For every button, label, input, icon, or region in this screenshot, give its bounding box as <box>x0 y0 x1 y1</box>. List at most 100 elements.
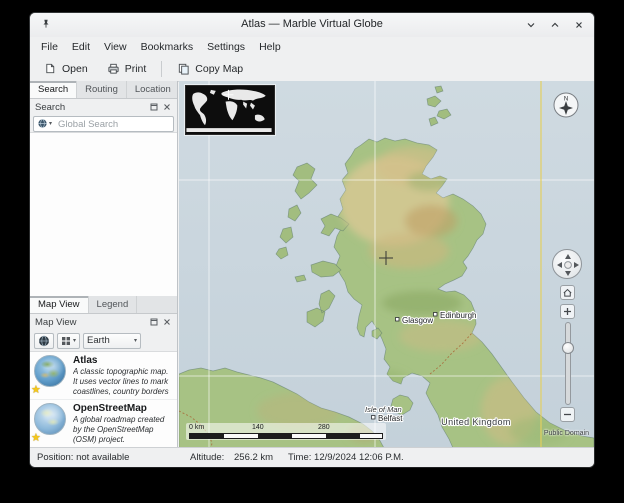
menu-settings[interactable]: Settings <box>200 40 252 54</box>
sidebar: Search Routing Location Search ▾ <box>30 81 178 448</box>
map-theme-name: OpenStreetMap <box>73 403 173 414</box>
pan-control[interactable] <box>552 249 582 279</box>
search-row: ▾ <box>30 115 177 133</box>
city-label: Glasgow <box>402 316 433 325</box>
pan-right-icon <box>574 262 579 268</box>
scale-mid-label: 140 <box>252 424 264 431</box>
pan-up-icon <box>565 254 571 259</box>
celestial-body-select[interactable]: Earth ▾ <box>83 333 141 349</box>
search-results-area[interactable] <box>30 133 177 297</box>
map-theme-list: ★ Atlas A classic topographic map. It us… <box>30 352 177 448</box>
close-button[interactable] <box>571 17 586 32</box>
position-status: Position: not available <box>37 452 129 463</box>
map-render: Glasgow Edinburgh Belfast Isle of Man Un… <box>179 81 594 448</box>
license-label: Public Domain <box>544 430 589 437</box>
favorite-star-icon[interactable]: ★ <box>31 433 41 444</box>
map-theme-name: Atlas <box>73 355 173 366</box>
close-panel-icon[interactable] <box>162 317 172 327</box>
tab-legend[interactable]: Legend <box>89 296 138 313</box>
menu-bookmarks[interactable]: Bookmarks <box>134 40 201 54</box>
compass-rose[interactable]: N <box>552 90 580 118</box>
search-panel-title: Search <box>35 102 146 113</box>
country-label: United Kingdom <box>441 417 511 427</box>
maximize-button[interactable] <box>547 17 562 32</box>
zoom-slider-track[interactable] <box>565 322 571 405</box>
toolbar: Open Print Copy Map <box>30 56 594 82</box>
toolbar-separator <box>161 61 162 77</box>
map-theme-description: A global roadmap created by the OpenStre… <box>73 415 173 444</box>
overview-world <box>186 86 272 132</box>
menu-file[interactable]: File <box>34 40 65 54</box>
search-panel-header: Search <box>30 99 177 115</box>
desktop: { "window": { "title": "Atlas — Marble V… <box>0 0 624 503</box>
menu-edit[interactable]: Edit <box>65 40 97 54</box>
chevron-down-icon: ▾ <box>134 338 137 344</box>
mapview-panel-header: Map View <box>30 314 177 330</box>
float-panel-icon[interactable] <box>149 102 159 112</box>
copy-map-label: Copy Map <box>195 63 243 75</box>
open-icon <box>44 62 57 75</box>
open-button[interactable]: Open <box>36 59 96 78</box>
list-item-atlas[interactable]: ★ Atlas A classic topographic map. It us… <box>30 352 177 400</box>
minimize-button[interactable] <box>523 17 538 32</box>
marble-window: Atlas — Marble Virtual Globe File Edit V… <box>30 13 594 467</box>
favorite-star-icon[interactable]: ★ <box>31 385 41 396</box>
chevron-down-icon: ▾ <box>73 338 76 344</box>
scale-zero-label: 0 km <box>189 424 204 431</box>
copy-icon <box>177 62 190 75</box>
mapview-panel-title: Map View <box>35 317 146 328</box>
pan-down-icon <box>565 271 571 276</box>
maximize-icon <box>550 20 560 30</box>
zoom-in-button[interactable] <box>560 304 575 319</box>
zoom-out-button[interactable] <box>560 407 575 422</box>
island-label: Isle of Man <box>365 405 402 414</box>
print-button[interactable]: Print <box>99 59 155 78</box>
titlebar[interactable]: Atlas — Marble Virtual Globe <box>30 13 594 38</box>
overview-map[interactable] <box>185 85 275 135</box>
projection-globe-button[interactable] <box>34 333 54 349</box>
home-icon <box>562 287 573 298</box>
home-button[interactable] <box>560 285 575 300</box>
time-status: Time: 12/9/2024 12:06 P.M. <box>288 452 404 463</box>
list-item-openstreetmap[interactable]: ★ OpenStreetMap A global roadmap created… <box>30 400 177 448</box>
view-mode-button[interactable]: ▾ <box>57 333 80 349</box>
altitude-label: Altitude: <box>190 452 224 463</box>
pan-left-icon <box>557 262 562 268</box>
window-title: Atlas — Marble Virtual Globe <box>30 18 594 30</box>
copy-map-button[interactable]: Copy Map <box>169 59 251 78</box>
close-panel-icon[interactable] <box>162 102 172 112</box>
osm-globe-thumbnail <box>34 403 66 435</box>
scale-max-label: 280 <box>318 424 330 431</box>
tab-routing[interactable]: Routing <box>77 81 127 98</box>
menu-view[interactable]: View <box>97 40 134 54</box>
city-label: Belfast <box>378 414 403 423</box>
city-label: Edinburgh <box>440 311 476 320</box>
panel-tabbar-bottom: Map View Legend <box>30 296 177 314</box>
grid-view-icon <box>61 336 71 346</box>
float-panel-icon[interactable] <box>149 317 159 327</box>
search-field-frame: ▾ <box>33 116 174 132</box>
print-icon <box>107 62 120 75</box>
tab-location[interactable]: Location <box>127 81 180 98</box>
altitude-value: 256.2 km <box>234 452 273 463</box>
close-icon <box>574 20 584 30</box>
menu-help[interactable]: Help <box>252 40 288 54</box>
minus-icon <box>563 410 572 419</box>
menubar: File Edit View Bookmarks Settings Help <box>30 37 594 56</box>
minimize-icon <box>526 20 536 30</box>
map-theme-description: A classic topographic map. It uses vecto… <box>73 367 173 396</box>
globe-icon <box>38 335 50 347</box>
atlas-globe-thumbnail <box>34 355 66 387</box>
celestial-body-value: Earth <box>87 335 110 346</box>
content: Search Routing Location Search ▾ <box>30 81 594 448</box>
tab-map-view[interactable]: Map View <box>30 296 89 313</box>
scale-bar: 0 km 140 280 <box>186 423 386 440</box>
zoom-slider-handle[interactable] <box>562 342 574 354</box>
map-canvas[interactable]: Glasgow Edinburgh Belfast Isle of Man Un… <box>179 81 594 448</box>
mapview-controls: ▾ Earth ▾ <box>30 330 177 352</box>
tab-search[interactable]: Search <box>30 81 77 98</box>
open-label: Open <box>62 63 88 75</box>
statusbar: Position: not available Altitude: 256.2 … <box>30 447 594 467</box>
search-input[interactable] <box>34 117 173 131</box>
print-label: Print <box>125 63 147 75</box>
